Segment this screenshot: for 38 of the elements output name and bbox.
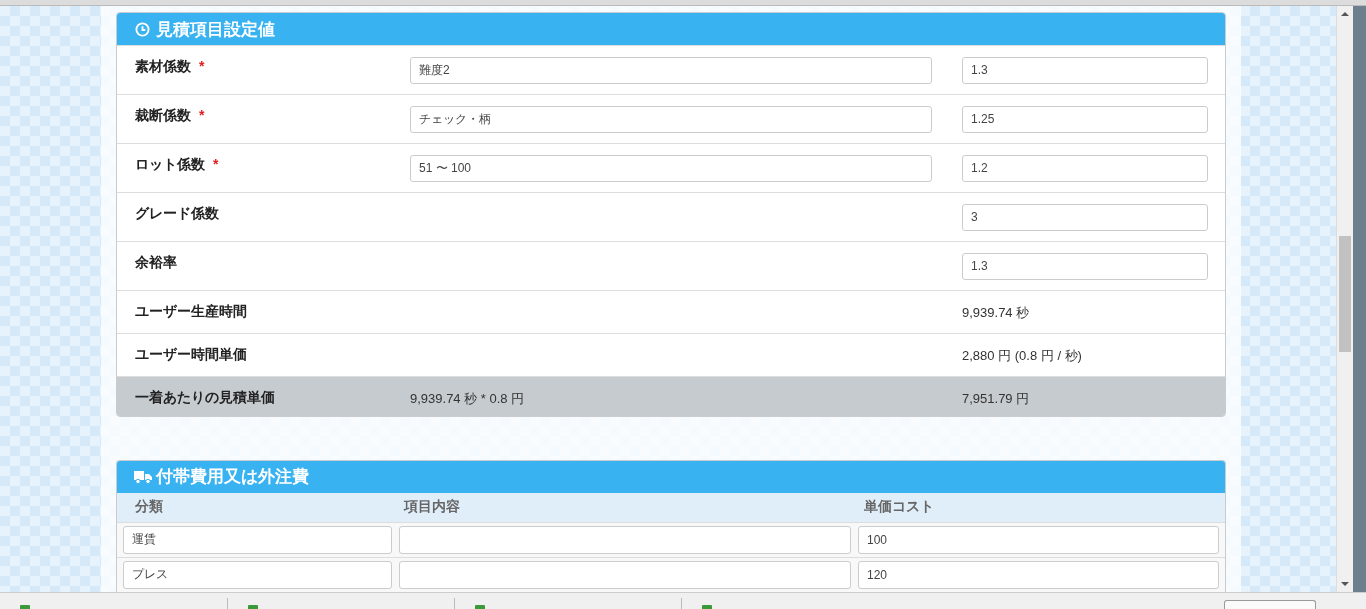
coefficient-field[interactable]: 1.2 [962,154,1208,182]
coefficient-field[interactable]: 3 [962,203,1208,231]
panel-title: 見積項目設定値 [156,18,275,41]
action-button[interactable] [1224,600,1316,609]
total-value: 7,951.79 円 [962,390,1030,406]
computed-value: 2,880 円 (0.8 円 / 秒) [962,347,1082,363]
option-field[interactable]: 51 〜 100 [410,154,932,182]
content-field[interactable] [399,526,851,554]
field-label: ユーザー時間単価 [135,346,247,364]
truck-icon [134,470,152,484]
option-field[interactable]: チェック・柄 [410,105,932,133]
cost-field[interactable]: 120 [858,561,1219,589]
required-mark: * [199,107,205,125]
column-header: 分類 [135,498,163,517]
field-label: 一着あたりの見積単価 [135,389,275,407]
coefficient-field[interactable]: 1.25 [962,105,1208,133]
formula-text: 9,939.74 秒 * 0.8 円 [410,390,525,406]
required-mark: * [213,156,219,174]
panel-title: 付帯費用又は外注費 [156,466,309,489]
column-header: 項目内容 [404,498,460,517]
field-label: グレード係数 [135,205,219,223]
required-mark: * [199,58,205,76]
coefficient-field[interactable]: 1.3 [962,56,1208,84]
category-field[interactable]: 運賃 [123,526,392,554]
scrollbar[interactable] [1336,6,1353,592]
field-label: 裁断係数 [135,107,191,125]
content-field[interactable] [399,561,851,589]
field-label: 余裕率 [135,254,177,272]
field-label: ロット係数 [135,156,205,174]
category-field[interactable]: プレス [123,561,392,589]
coefficient-field[interactable]: 1.3 [962,252,1208,280]
cost-field[interactable]: 100 [858,526,1219,554]
field-label: ユーザー生産時間 [135,303,247,321]
column-header: 単価コスト [864,498,934,517]
field-label: 素材係数 [135,58,191,76]
clock-icon [135,21,150,37]
computed-value: 9,939.74 秒 [962,304,1030,320]
option-field[interactable]: 難度2 [410,56,932,84]
